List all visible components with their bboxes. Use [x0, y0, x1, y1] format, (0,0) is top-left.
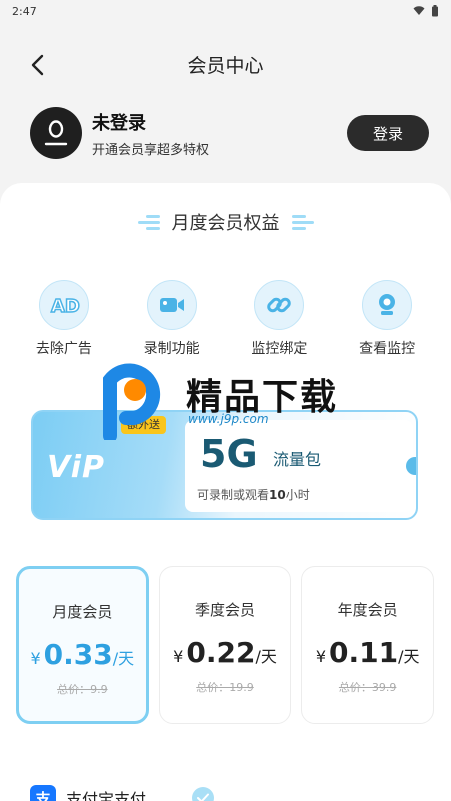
plan-name: 季度会员 — [194, 601, 255, 619]
alipay-icon: 支 — [30, 785, 56, 801]
status-icons — [413, 5, 439, 17]
link-icon — [267, 297, 292, 313]
plan-name: 月度会员 — [52, 603, 113, 621]
benefit-bind-monitor[interactable]: 监控绑定 — [229, 280, 329, 358]
login-button[interactable]: 登录 — [347, 115, 429, 151]
header: 会员中心 — [0, 40, 451, 88]
payment-label: 支付宝支付 — [66, 790, 147, 801]
data-note: 可录制或观看10小时 — [197, 488, 310, 502]
benefit-remove-ads[interactable]: AD 去除广告 — [14, 280, 114, 358]
data-package-panel: 5G 流量包 可录制或观看10小时 — [185, 420, 413, 512]
data-unit: 流量包 — [273, 450, 322, 469]
benefit-label: 查看监控 — [359, 341, 416, 357]
bonus-ribbon: 额外送 — [121, 416, 166, 434]
membership-panel: 月度会员权益 AD 去除广告 录制功能 监控绑定 查看监控 ViP 额外送 5G… — [0, 183, 451, 801]
webcam-icon — [379, 294, 396, 315]
plan-original-price: 总价：19.9 — [196, 681, 254, 694]
user-name: 未登录 — [92, 112, 146, 134]
data-size: 5G — [200, 432, 258, 476]
benefit-view-monitor[interactable]: 查看监控 — [337, 280, 437, 358]
svg-text:AD: AD — [51, 296, 80, 317]
vip-data-card: ViP 额外送 5G 流量包 可录制或观看10小时 — [31, 410, 418, 520]
status-time: 2:47 — [12, 4, 37, 18]
benefits-header: 月度会员权益 — [0, 209, 451, 235]
payment-method-alipay[interactable]: 支 支付宝支付 — [30, 785, 215, 801]
plan-original-price: 总价：9.9 — [57, 683, 108, 696]
video-camera-icon — [159, 298, 184, 312]
plan-monthly[interactable]: 月度会员 ¥0.33/天 总价：9.9 — [16, 566, 149, 724]
user-row: 未登录 开通会员享超多特权 登录 — [30, 105, 429, 161]
benefit-label: 录制功能 — [143, 341, 200, 357]
plan-quarterly[interactable]: 季度会员 ¥0.22/天 总价：19.9 — [158, 566, 292, 724]
benefit-label: 监控绑定 — [251, 341, 308, 357]
battery-icon — [432, 5, 438, 17]
plan-price: ¥0.22/天 — [173, 636, 277, 669]
title-decoration-left — [137, 214, 160, 230]
title-decoration-right — [291, 214, 314, 230]
chevron-left-icon — [31, 54, 44, 76]
benefit-recording[interactable]: 录制功能 — [122, 280, 222, 358]
avatar[interactable] — [30, 107, 82, 159]
card-notch — [406, 457, 416, 475]
plan-original-price: 总价：39.9 — [338, 681, 397, 694]
benefit-label: 去除广告 — [35, 341, 92, 357]
checkmark-icon — [197, 793, 210, 801]
wifi-icon — [413, 6, 425, 15]
user-icon — [44, 120, 68, 146]
page-title: 会员中心 — [187, 54, 264, 77]
benefits-list: AD 去除广告 录制功能 监控绑定 查看监控 — [10, 280, 441, 358]
ad-block-icon: AD — [50, 295, 80, 317]
plan-price: ¥0.33/天 — [30, 638, 135, 671]
plan-price: ¥0.11/天 — [315, 636, 420, 669]
user-info: 未登录 开通会员享超多特权 — [92, 109, 347, 158]
benefits-title: 月度会员权益 — [171, 213, 280, 234]
status-bar: 2:47 — [0, 0, 451, 22]
plan-yearly[interactable]: 年度会员 ¥0.11/天 总价：39.9 — [301, 566, 434, 724]
user-subtitle: 开通会员享超多特权 — [92, 142, 210, 158]
vip-logo: ViP — [47, 450, 105, 485]
plan-name: 年度会员 — [337, 601, 398, 619]
back-button[interactable] — [22, 50, 52, 80]
plan-options: 月度会员 ¥0.33/天 总价：9.9 季度会员 ¥0.22/天 总价：19.9… — [16, 566, 434, 724]
payment-check[interactable] — [192, 787, 215, 801]
